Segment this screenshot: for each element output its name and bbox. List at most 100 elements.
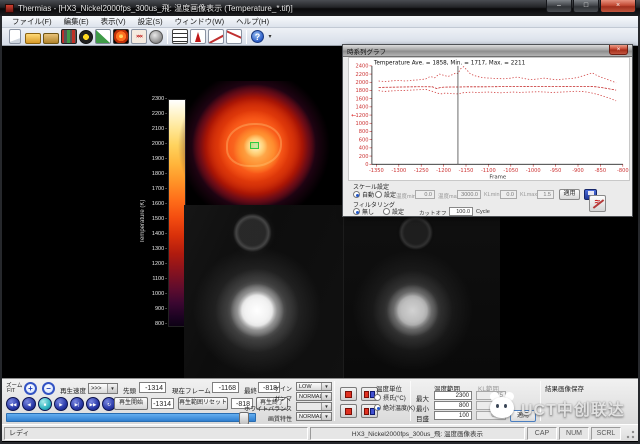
range-field-2[interactable]: 100 — [434, 411, 472, 420]
grid-roi-icon[interactable] — [172, 29, 188, 44]
thermal-image-icon[interactable] — [113, 29, 129, 44]
zoom-out-button[interactable]: − — [42, 382, 55, 395]
display-dropdown-3[interactable]: NORMAL▼ — [296, 412, 332, 421]
status-bar: レディ HX3_Nickel2000fps_300us_飛: 温度画像表示 CA… — [2, 424, 638, 441]
range-field-0[interactable]: 2300 — [434, 391, 472, 400]
palette-upper-solid-button[interactable] — [340, 387, 357, 401]
play-start-field[interactable]: -1314 — [151, 398, 174, 409]
scale-tmax-field[interactable]: 3000.0 — [457, 190, 481, 199]
fit-label: FIT — [7, 388, 15, 394]
scale-set-radio[interactable]: 設定 — [375, 190, 396, 199]
title-bar: Thermias - [HX3_Nickel2000fps_300us_飛: 温… — [0, 0, 640, 16]
display-dropdown-0[interactable]: LOW▼ — [296, 382, 332, 391]
toolbar-separator — [167, 30, 168, 44]
rise-graph-icon[interactable] — [208, 29, 224, 44]
filter-none-radio[interactable]: 無し — [353, 207, 374, 216]
colorbar-tick: 1900 — [140, 156, 167, 162]
temp-unit-option-0[interactable]: 摂氏(°C) — [374, 393, 406, 402]
new-file-icon[interactable] — [9, 29, 21, 44]
status-file: HX3_Nickel2000fps_300us_飛: 温度画像表示 — [310, 427, 525, 440]
jump-start-button[interactable]: ◀◀ — [6, 397, 20, 411]
camera-image-left — [184, 205, 343, 378]
colorbar-tick: 1200 — [140, 261, 167, 267]
roi-marker[interactable] — [250, 142, 259, 149]
svg-text:2000: 2000 — [355, 80, 368, 86]
svg-text:-950: -950 — [550, 168, 562, 174]
filter-set-radio[interactable]: 設定 — [383, 207, 404, 216]
open-folder-icon[interactable] — [25, 33, 41, 44]
colorbar-tick: 1000 — [140, 291, 167, 297]
range-label-0: 最大 — [416, 393, 429, 403]
range-label-1: 最小 — [416, 403, 429, 413]
graph-close-button[interactable]: × — [609, 45, 628, 55]
histogram-icon[interactable] — [190, 29, 206, 44]
maximize-button[interactable]: □ — [573, 0, 599, 13]
step-back-button[interactable]: ◀ — [22, 397, 36, 411]
colorbar-tick: 2300 — [140, 96, 167, 102]
fall-graph-icon[interactable] — [226, 29, 242, 44]
frame-marks-icon[interactable]: ××× — [131, 29, 147, 44]
menu-item-4[interactable]: ウィンドウ(W) — [169, 16, 231, 27]
scale-apply-button[interactable]: 適用 — [559, 189, 580, 200]
svg-text:-1350: -1350 — [369, 168, 384, 174]
time-series-plot[interactable]: Temperature Ave. = 1858, Min. = 1717, Ma… — [348, 57, 630, 181]
status-ready: レディ — [4, 427, 308, 440]
range-reset-button[interactable]: 再生範囲リセット — [178, 397, 228, 410]
result-save-label: 結果画像保存 — [545, 383, 584, 393]
resize-grip[interactable] — [623, 427, 636, 440]
close-button[interactable]: × — [600, 0, 636, 13]
svg-text:1400: 1400 — [355, 105, 368, 111]
first-frame-field[interactable]: -1314 — [139, 382, 166, 393]
jump-end-button[interactable]: ▶▶ — [86, 397, 100, 411]
scale-tmin-field[interactable]: 0.0 — [415, 190, 435, 199]
graph-window-titlebar[interactable]: 時系列グラフ × — [343, 45, 632, 57]
display-label-1: ガンマ — [240, 394, 292, 403]
temp-unit-option-1[interactable]: 絶対温度(K) — [374, 403, 415, 412]
display-dropdown-1[interactable]: NORMAL▼ — [296, 392, 332, 401]
svg-text:-1100: -1100 — [481, 168, 496, 174]
svg-text:600: 600 — [359, 137, 369, 143]
speed-dropdown[interactable]: >>>▼ — [88, 383, 118, 394]
menu-item-5[interactable]: ヘルプ(H) — [230, 16, 275, 27]
raw-image-icon[interactable] — [149, 30, 163, 44]
cutoff-field[interactable]: 100.0 — [449, 207, 473, 216]
play-start-button[interactable]: 再生開始 — [114, 397, 148, 410]
display-dropdown-2: ▼ — [296, 402, 332, 411]
menu-item-1[interactable]: 編集(E) — [58, 16, 95, 27]
svg-text:-1150: -1150 — [459, 168, 474, 174]
svg-text:1800: 1800 — [355, 88, 368, 94]
current-frame-field[interactable]: -1168 — [212, 382, 239, 393]
svg-text:400: 400 — [359, 146, 369, 152]
menu-item-3[interactable]: 設定(S) — [132, 16, 169, 27]
frame-slider[interactable] — [6, 413, 256, 422]
range-field-1[interactable]: 800 — [434, 401, 472, 410]
help-icon[interactable]: ? — [251, 30, 264, 43]
toolbar-overflow-icon[interactable]: ▾ — [266, 29, 274, 44]
film-sequence-icon[interactable] — [61, 29, 77, 44]
filter-toggle-button[interactable]: ≈ — [589, 195, 606, 212]
colorbar-tick: 2200 — [140, 111, 167, 117]
thermal-image — [174, 81, 334, 211]
speed-label: 再生速度 — [60, 385, 86, 395]
toolbar-separator — [246, 30, 247, 44]
svg-text:-1000: -1000 — [526, 168, 541, 174]
zoom-in-button[interactable]: + — [24, 382, 37, 395]
scale-klmax-field[interactable]: 1.5 — [537, 190, 554, 199]
svg-text:200: 200 — [359, 154, 369, 160]
scale-klmin-label: KLmin — [484, 192, 500, 198]
palette-lower-solid-button[interactable] — [340, 404, 357, 418]
graph-window: 時系列グラフ × Temperature Ave. = 1858, Min. =… — [342, 44, 633, 217]
scale-klmin-field[interactable]: 0.0 — [500, 190, 517, 199]
step-forward-button[interactable]: ▶| — [70, 397, 84, 411]
line-profile-icon[interactable] — [95, 29, 111, 44]
menu-item-2[interactable]: 表示(V) — [95, 16, 132, 27]
menu-item-0[interactable]: ファイル(F) — [6, 16, 58, 27]
stop-button[interactable]: ■ — [38, 397, 52, 411]
save-folder-icon[interactable] — [43, 33, 59, 44]
play-button[interactable]: ▶ — [54, 397, 68, 411]
minimize-button[interactable]: – — [546, 0, 572, 13]
svg-text:800: 800 — [359, 129, 369, 135]
record-target-icon[interactable] — [79, 30, 93, 44]
graph-window-title: 時系列グラフ — [347, 46, 386, 56]
scale-auto-radio[interactable]: 自動 — [353, 190, 374, 199]
